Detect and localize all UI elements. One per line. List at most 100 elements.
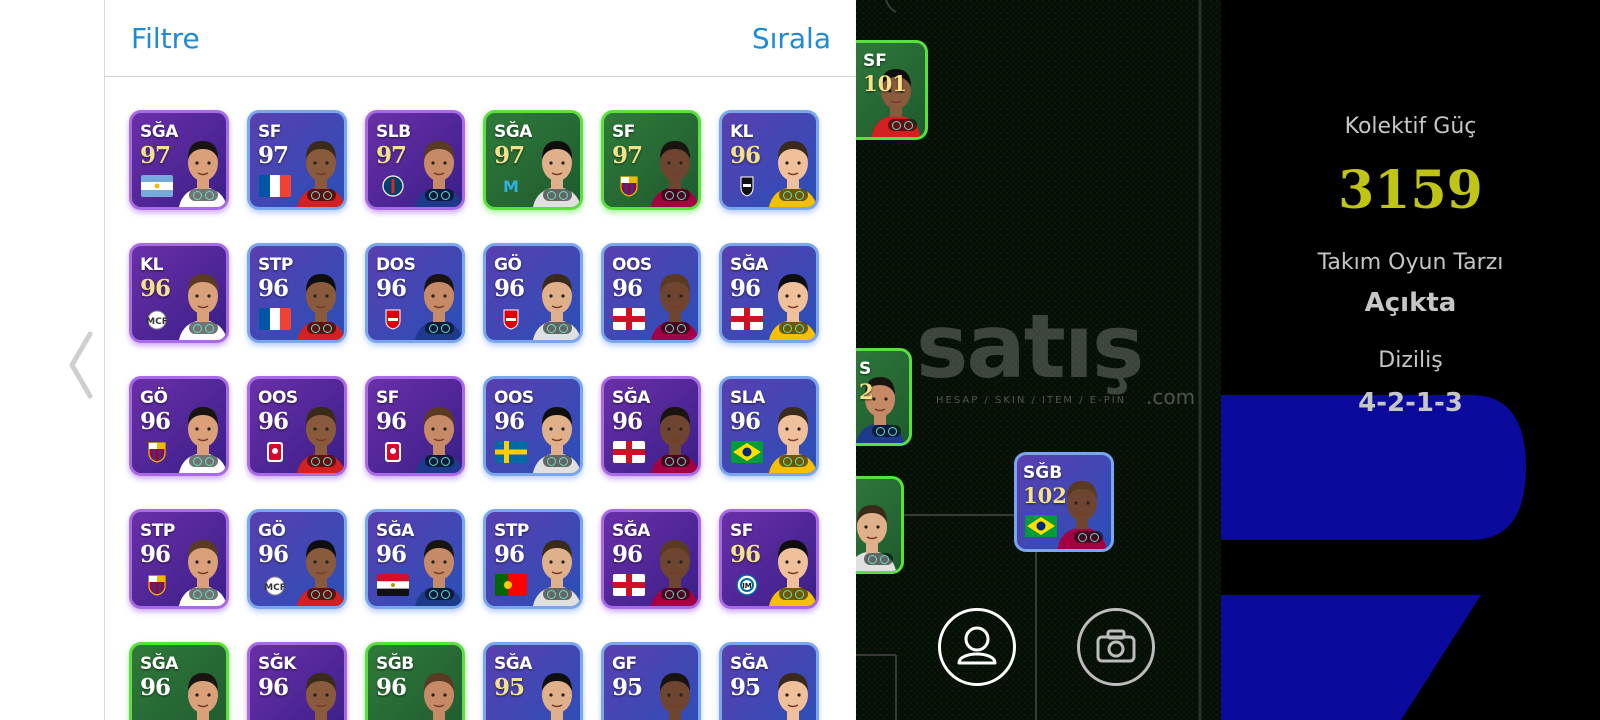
card-rating: 96 <box>258 674 289 701</box>
player-card[interactable]: SĞB 96 <box>365 642 465 720</box>
sort-button[interactable]: Sırala <box>752 22 831 55</box>
flag-england-icon <box>731 308 763 330</box>
player-card[interactable]: SF 97 <box>247 110 347 210</box>
player-card[interactable]: GÖ 96 MCF <box>247 509 347 609</box>
card-rating: 96 <box>730 275 761 302</box>
card-position: SĞA <box>730 654 768 674</box>
skill-indicator <box>872 425 901 437</box>
pitch-player-card[interactable]: SF 101 <box>856 40 928 140</box>
card-position: SF <box>258 122 281 142</box>
player-card[interactable]: SĞA 96 <box>601 376 701 476</box>
player-card[interactable]: SĞA 95 <box>719 642 819 720</box>
player-card[interactable]: OOS 96 <box>601 243 701 343</box>
card-rating: 95 <box>494 674 525 701</box>
svg-text:IM: IM <box>742 582 752 590</box>
card-rating: 96 <box>612 275 643 302</box>
player-card[interactable]: SF 96 IM <box>719 509 819 609</box>
player-card[interactable]: SLA 96 <box>719 376 819 476</box>
player-portrait <box>292 661 344 720</box>
card-rating: 96 <box>494 275 525 302</box>
card-rating: 96 <box>612 408 643 435</box>
player-card[interactable]: OOS 96 <box>247 376 347 476</box>
player-card[interactable]: DOS 96 <box>365 243 465 343</box>
card-position: SLB <box>376 122 411 142</box>
card-rating: 96 <box>140 408 171 435</box>
skill-indicator <box>425 322 454 334</box>
player-card[interactable]: SĞA 97 <box>129 110 229 210</box>
pitch-player-card[interactable]: SĞB 102 <box>1014 452 1114 552</box>
player-card[interactable]: STP 96 <box>247 243 347 343</box>
flag-france-icon <box>259 308 291 330</box>
player-card[interactable]: SĞA 96 <box>365 509 465 609</box>
player-card[interactable]: KL 96 <box>719 110 819 210</box>
skill-indicator <box>864 553 893 565</box>
player-card[interactable]: GF 95 <box>601 642 701 720</box>
skill-indicator <box>543 189 572 201</box>
card-position: SĞA <box>730 255 768 275</box>
card-rating: 95 <box>612 674 643 701</box>
player-card[interactable]: SLB 97 <box>365 110 465 210</box>
club-bayern-icon <box>377 441 409 463</box>
team-playstyle-label: Takım Oyun Tarzı <box>1317 250 1504 275</box>
flag-england-icon <box>613 308 645 330</box>
skill-indicator <box>307 588 336 600</box>
flag-brazil-icon <box>1025 515 1057 537</box>
skill-indicator <box>189 322 218 334</box>
card-rating: 96 <box>140 674 171 701</box>
pitch-player-card[interactable] <box>856 476 904 574</box>
player-card[interactable]: SĞA 95 <box>483 642 583 720</box>
card-position: SF <box>376 388 399 408</box>
club-psg-icon <box>377 175 409 197</box>
card-rating: 96 <box>258 541 289 568</box>
card-rating: 97 <box>140 142 171 169</box>
player-card[interactable]: STP 96 <box>129 509 229 609</box>
player-card[interactable]: KL 96 MCF <box>129 243 229 343</box>
player-card[interactable]: GÖ 96 <box>129 376 229 476</box>
collective-power-value: 3159 <box>1338 160 1483 221</box>
card-rating: 96 <box>494 541 525 568</box>
card-rating: 101 <box>863 71 907 96</box>
club-inter-icon: IM <box>731 574 763 596</box>
player-card[interactable]: SĞA 96 <box>129 642 229 720</box>
player-card[interactable]: SF 97 <box>601 110 701 210</box>
player-card[interactable]: SĞA 96 <box>719 243 819 343</box>
card-rating: 97 <box>494 142 525 169</box>
skill-indicator <box>189 455 218 467</box>
player-card[interactable]: STP 96 <box>483 509 583 609</box>
card-position: OOS <box>258 388 298 408</box>
player-card[interactable]: OOS 96 <box>483 376 583 476</box>
skill-indicator <box>543 455 572 467</box>
pitch-view: satış HESAP / SKIN / ITEM / E-PIN .com S… <box>856 0 1221 720</box>
skill-indicator <box>661 455 690 467</box>
player-card[interactable]: SF 96 <box>365 376 465 476</box>
skill-indicator <box>189 189 218 201</box>
card-rating: 96 <box>730 541 761 568</box>
player-card[interactable]: SĞA 96 <box>601 509 701 609</box>
card-rating: 95 <box>730 674 761 701</box>
player-profile-button[interactable] <box>938 608 1016 686</box>
player-card[interactable]: SĞA 97 M <box>483 110 583 210</box>
card-position: SĞB <box>376 654 414 674</box>
card-rating: 97 <box>612 142 643 169</box>
card-position: GÖ <box>258 521 286 541</box>
back-chevron-icon[interactable] <box>64 330 104 400</box>
svg-text:MCF: MCF <box>146 317 168 327</box>
pitch-player-card[interactable]: S2 <box>856 348 912 446</box>
player-card[interactable]: GÖ 96 <box>483 243 583 343</box>
skill-indicator <box>543 322 572 334</box>
card-rating: 96 <box>730 142 761 169</box>
skill-indicator <box>425 189 454 201</box>
club-barcelona-icon <box>141 441 173 463</box>
skill-indicator <box>661 189 690 201</box>
card-rating: 2 <box>859 379 874 404</box>
card-position: SF <box>612 122 635 142</box>
formation-label: Diziliş <box>1378 348 1443 373</box>
card-rating: 96 <box>612 541 643 568</box>
card-rating: 97 <box>376 142 407 169</box>
team-stats-panel: Kolektif Güç 3159 Takım Oyun Tarzı Açıkt… <box>1221 0 1600 720</box>
screenshot-button[interactable] <box>1077 608 1155 686</box>
skill-indicator <box>779 588 808 600</box>
player-card[interactable]: SĞK 96 <box>247 642 347 720</box>
filter-button[interactable]: Filtre <box>131 22 200 55</box>
club-arsenal-icon <box>377 308 409 330</box>
